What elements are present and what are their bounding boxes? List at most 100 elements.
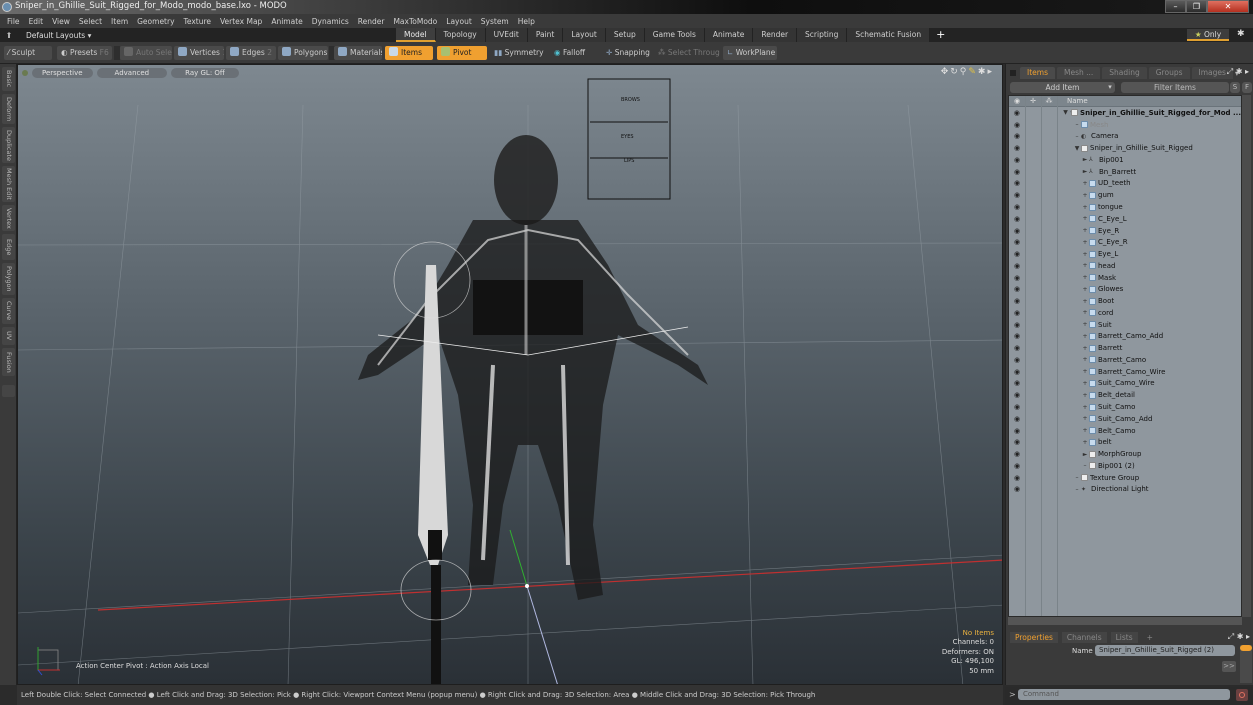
expand-toggle-icon[interactable]: +	[1081, 262, 1089, 269]
add-layout-tab-button[interactable]: +	[930, 28, 951, 42]
visibility-eye-icon[interactable]: ◉	[1009, 391, 1025, 399]
close-button[interactable]: ✕	[1207, 0, 1249, 13]
filter-items-input[interactable]: Filter Items	[1121, 82, 1229, 93]
tab-render[interactable]: Render	[753, 28, 798, 42]
expand-toggle-icon[interactable]: ▼	[1073, 145, 1081, 152]
expand-properties-button[interactable]: >>	[1222, 661, 1236, 672]
visibility-column-icon[interactable]: ◉	[1009, 97, 1025, 105]
visibility-eye-icon[interactable]: ◉	[1009, 250, 1025, 258]
items-button[interactable]: Items	[385, 46, 433, 60]
vertices-button[interactable]: Vertices 1	[174, 46, 224, 60]
tool-tab-vertex[interactable]: Vertex	[2, 205, 15, 231]
tool-tab-uv[interactable]: UV	[2, 327, 15, 345]
tree-item[interactable]: ◉ + C_Eye_L	[1009, 213, 1241, 225]
panel-menu-icon[interactable]: ▸	[1245, 67, 1249, 76]
expand-toggle-icon[interactable]: +	[1081, 239, 1089, 246]
props-expand-icon[interactable]: ⤢	[1228, 632, 1234, 641]
f-button[interactable]: F	[1242, 82, 1252, 93]
expand-toggle-icon[interactable]: +	[1081, 192, 1089, 199]
expand-toggle-icon[interactable]: +	[1081, 286, 1089, 293]
pan-icon[interactable]: ✥	[941, 67, 951, 77]
expand-toggle-icon[interactable]: +	[1081, 427, 1089, 434]
visibility-eye-icon[interactable]: ◉	[1009, 168, 1025, 176]
expand-toggle-icon[interactable]: +	[1081, 321, 1089, 328]
menu-geometry[interactable]: Geometry	[137, 17, 174, 26]
visibility-eye-icon[interactable]: ◉	[1009, 403, 1025, 411]
tree-item[interactable]: ◉ + Suit	[1009, 319, 1241, 331]
pivot-point[interactable]	[525, 584, 529, 588]
tab-scripting[interactable]: Scripting	[797, 28, 848, 42]
pivot-button[interactable]: Pivot	[437, 46, 487, 60]
panel-gear-icon[interactable]: ✱	[1236, 67, 1243, 76]
visibility-eye-icon[interactable]: ◉	[1009, 262, 1025, 270]
expand-toggle-icon[interactable]: +	[1081, 356, 1089, 363]
restore-button[interactable]: ❐	[1186, 0, 1207, 13]
tool-tab-basic[interactable]: Basic	[2, 67, 15, 91]
tree-item[interactable]: ◉ ► ⅄ Bip001	[1009, 154, 1241, 166]
tab-uvedit[interactable]: UVEdit	[485, 28, 528, 42]
render-column-icon[interactable]: ⁂	[1041, 97, 1057, 105]
visibility-eye-icon[interactable]: ◉	[1009, 191, 1025, 199]
visibility-eye-icon[interactable]: ◉	[1009, 109, 1024, 117]
only-toggle[interactable]: ★ Only	[1187, 29, 1229, 41]
expand-toggle-icon[interactable]: –	[1073, 121, 1081, 128]
select-through-button[interactable]: ⁂ Select Through	[654, 46, 720, 60]
menu-vertex-map[interactable]: Vertex Map	[220, 17, 262, 26]
face-control-panel[interactable]: BROWS EYES LIPS	[587, 78, 671, 200]
raygl-button[interactable]: Ray GL: Off	[171, 68, 239, 78]
props-tab-lists[interactable]: Lists	[1110, 632, 1138, 643]
props-menu-icon[interactable]: ▸	[1246, 632, 1250, 641]
expand-toggle-icon[interactable]: +	[1081, 345, 1089, 352]
visibility-eye-icon[interactable]: ◉	[1009, 450, 1025, 458]
expand-toggle-icon[interactable]: +	[1081, 227, 1089, 234]
menu-edit[interactable]: Edit	[29, 17, 44, 26]
expand-toggle-icon[interactable]: +	[1081, 380, 1089, 387]
expand-toggle-icon[interactable]: +	[1081, 333, 1089, 340]
expand-toggle-icon[interactable]: +	[1081, 309, 1089, 316]
add-item-dropdown-icon[interactable]: ▾	[1105, 82, 1115, 93]
command-input[interactable]: Command	[1018, 689, 1230, 700]
tab-paint[interactable]: Paint	[527, 28, 564, 42]
add-item-button[interactable]: Add Item	[1010, 82, 1115, 93]
expand-toggle-icon[interactable]: ►	[1081, 156, 1089, 163]
item-tree-scrollbar[interactable]	[1242, 95, 1251, 617]
tree-item[interactable]: ◉ + Mask	[1009, 272, 1241, 284]
visibility-eye-icon[interactable]: ◉	[1009, 203, 1025, 211]
expand-toggle-icon[interactable]: –	[1073, 133, 1081, 140]
tree-item[interactable]: ◉ + Barrett_Camo	[1009, 354, 1241, 366]
symmetry-button[interactable]: ▮▮ Symmetry	[490, 46, 546, 60]
expand-toggle-icon[interactable]: ▼ +	[1063, 109, 1075, 116]
visibility-eye-icon[interactable]: ◉	[1009, 321, 1025, 329]
tree-item[interactable]: ◉ + Barrett_Camo_Wire	[1009, 366, 1241, 378]
menu-dynamics[interactable]: Dynamics	[312, 17, 349, 26]
expand-toggle-icon[interactable]: +	[1081, 439, 1089, 446]
menu-maxtomodo[interactable]: MaxToModo	[393, 17, 437, 26]
lock-column-icon[interactable]: ✛	[1025, 97, 1041, 105]
tree-item[interactable]: ◉ ► ⅄ Bn_Barrett	[1009, 166, 1241, 178]
tree-item[interactable]: ◉ + Suit_Camo_Wire	[1009, 378, 1241, 390]
tree-item[interactable]: ◉ + Eye_L	[1009, 248, 1241, 260]
menu-help[interactable]: Help	[518, 17, 535, 26]
tool-tab-deform[interactable]: Deform	[2, 94, 15, 124]
visibility-eye-icon[interactable]: ◉	[1009, 274, 1025, 282]
menu-select[interactable]: Select	[79, 17, 102, 26]
expand-toggle-icon[interactable]: –	[1073, 474, 1081, 481]
tree-item[interactable]: ◉ – Mesh	[1009, 119, 1241, 131]
3d-viewport[interactable]: BROWS EYES LIPS Perspective Advanced Ray…	[17, 64, 1003, 685]
expand-toggle-icon[interactable]: +	[1081, 392, 1089, 399]
menu-item[interactable]: Item	[111, 17, 128, 26]
polygons-button[interactable]: Polygons	[278, 46, 328, 60]
visibility-eye-icon[interactable]: ◉	[1009, 121, 1025, 129]
sculpt-button[interactable]: ⁄ Sculpt	[4, 46, 52, 60]
expand-icon[interactable]: ⤢	[1227, 67, 1233, 76]
tool-tab-polygon[interactable]: Polygon	[2, 263, 15, 295]
menu-system[interactable]: System	[481, 17, 509, 26]
tree-item[interactable]: ◉ + Belt_Camo	[1009, 425, 1241, 437]
items-tab-mesh[interactable]: Mesh ...	[1056, 67, 1101, 79]
visibility-eye-icon[interactable]: ◉	[1009, 285, 1025, 293]
tool-tab-curve[interactable]: Curve	[2, 298, 15, 324]
properties-scrollbar[interactable]	[1240, 645, 1252, 683]
menu-file[interactable]: File	[7, 17, 20, 26]
visibility-eye-icon[interactable]: ◉	[1009, 309, 1025, 317]
tree-item[interactable]: ◉ + Barrett	[1009, 342, 1241, 354]
